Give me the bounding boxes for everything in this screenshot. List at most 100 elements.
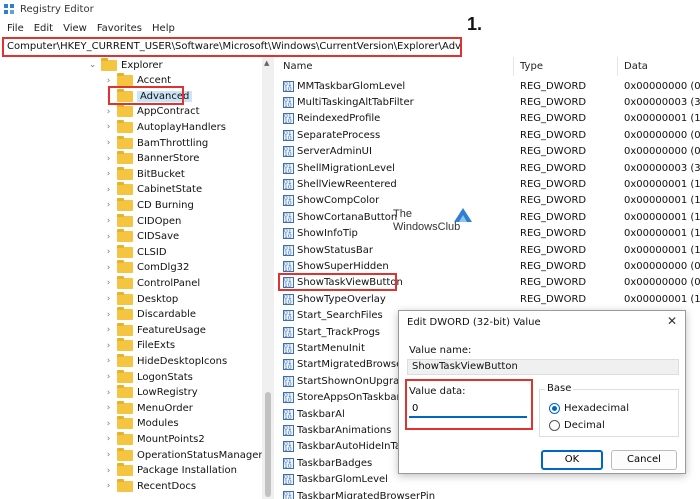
chevron-right-icon[interactable]: › — [104, 247, 113, 257]
value-row[interactable]: ShellViewReentered REG_DWORD 0x00000001 (1… — [277, 176, 700, 192]
tree-item[interactable]: › Discardable — [104, 307, 196, 323]
value-name-cell: TaskbarMigratedBrowserPin — [277, 490, 514, 499]
tree-item[interactable]: › CLSID — [104, 244, 167, 260]
chevron-right-icon[interactable]: › — [104, 200, 113, 210]
tree-item[interactable]: › AutoplayHandlers — [104, 119, 226, 135]
tree-item[interactable]: › MountPoints2 — [104, 431, 205, 447]
tree-item[interactable]: › ComDlg32 — [104, 260, 189, 276]
value-row[interactable]: ShowInfoTip REG_DWORD 0x00000001 (1) — [277, 226, 700, 242]
tree-item[interactable]: › CD Burning — [104, 197, 194, 213]
tree-item[interactable]: › Modules — [104, 416, 179, 432]
tree-item-label: HideDesktopIcons — [137, 355, 228, 367]
tree-item[interactable]: › Package Installation — [104, 463, 237, 479]
chevron-right-icon[interactable]: › — [104, 278, 113, 288]
decimal-option[interactable]: Decimal — [549, 420, 605, 431]
chevron-right-icon[interactable]: › — [104, 154, 113, 164]
value-name-cell: ShowCompColor — [277, 195, 514, 207]
value-row[interactable]: TaskbarMigratedBrowserPin — [277, 488, 700, 499]
tree-item[interactable]: › CIDOpen — [104, 213, 181, 229]
tree-item[interactable]: › FileExts — [104, 338, 175, 354]
tree-item[interactable]: › BamThrottling — [104, 135, 208, 151]
tree-item[interactable]: › LogonStats — [104, 369, 193, 385]
column-header-name[interactable]: Name — [277, 57, 514, 76]
tree-item[interactable]: › ControlPanel — [104, 275, 200, 291]
menu-help[interactable]: Help — [147, 23, 180, 34]
cancel-button[interactable]: Cancel — [611, 450, 677, 470]
tree-item-label: CabinetState — [137, 184, 203, 196]
value-row[interactable]: ShowStatusBar REG_DWORD 0x00000001 (1) — [277, 242, 700, 258]
close-icon[interactable]: ✕ — [667, 314, 677, 328]
value-row[interactable]: MMTaskbarGlomLevel REG_DWORD 0x00000000 (0… — [277, 78, 700, 94]
tree-item[interactable]: › Desktop — [104, 291, 178, 307]
chevron-right-icon[interactable]: › — [104, 419, 113, 429]
ok-button[interactable]: OK — [541, 450, 603, 470]
tree-item[interactable]: ⌄ Explorer — [88, 57, 163, 73]
address-bar[interactable]: Computer\HKEY_CURRENT_USER\Software\Micr… — [2, 37, 462, 57]
tree-item-label: AppContract — [137, 106, 200, 118]
chevron-right-icon[interactable]: › — [104, 325, 113, 335]
value-row[interactable]: ShowCortanaButton REG_DWORD 0x00000001 (1) — [277, 209, 700, 225]
tree-item[interactable]: › BannerStore — [104, 151, 199, 167]
value-row[interactable]: SeparateProcess REG_DWORD 0x00000000 (0) — [277, 127, 700, 143]
value-name: Start_TrackProgs — [297, 326, 381, 338]
menu-file[interactable]: File — [2, 23, 29, 34]
chevron-right-icon[interactable]: › — [104, 294, 113, 304]
chevron-right-icon[interactable]: › — [104, 169, 113, 179]
column-header-type[interactable]: Type — [514, 57, 618, 76]
decimal-radio[interactable] — [549, 420, 560, 431]
chevron-right-icon[interactable]: › — [104, 185, 113, 195]
value-data-input[interactable] — [409, 400, 527, 418]
tree-item-label: CLSID — [137, 246, 167, 258]
chevron-right-icon[interactable]: › — [104, 434, 113, 444]
menu-favorites[interactable]: Favorites — [92, 23, 147, 34]
chevron-right-icon[interactable]: › — [104, 372, 113, 382]
tree-item[interactable]: › CabinetState — [104, 182, 202, 198]
folder-icon — [117, 73, 133, 87]
tree-item[interactable]: › AppContract — [104, 104, 200, 120]
scroll-up-icon[interactable]: ▲ — [264, 59, 269, 67]
menu-view[interactable]: View — [58, 23, 92, 34]
tree-item[interactable]: › OperationStatusManager — [104, 447, 262, 463]
value-row[interactable]: ServerAdminUI REG_DWORD 0x00000000 (0) — [277, 144, 700, 160]
column-header-data[interactable]: Data — [618, 57, 700, 76]
tree-item[interactable]: › FeatureUsage — [104, 322, 206, 338]
value-row[interactable]: ShowCompColor REG_DWORD 0x00000001 (1) — [277, 193, 700, 209]
chevron-right-icon[interactable]: › — [104, 216, 113, 226]
tree-item[interactable]: › CIDSave — [104, 229, 179, 245]
chevron-right-icon[interactable]: › — [104, 263, 113, 273]
chevron-right-icon[interactable]: › — [104, 107, 113, 117]
chevron-right-icon[interactable]: › — [104, 76, 113, 86]
tree-item-label: Desktop — [137, 293, 179, 305]
value-data: 0x00000001 (1) — [624, 293, 700, 305]
hexadecimal-option[interactable]: Hexadecimal — [549, 403, 629, 414]
value-row[interactable]: ShellMigrationLevel REG_DWORD 0x00000003 (… — [277, 160, 700, 176]
value-name: ServerAdminUI — [297, 146, 372, 158]
chevron-down-icon[interactable]: ⌄ — [88, 60, 97, 70]
chevron-right-icon[interactable]: › — [104, 450, 113, 460]
tree-item[interactable]: › LowRegistry — [104, 385, 198, 401]
hexadecimal-radio[interactable] — [549, 403, 560, 414]
chevron-right-icon[interactable]: › — [104, 232, 113, 242]
value-row[interactable]: ShowTypeOverlay REG_DWORD 0x00000001 (1) — [277, 291, 700, 307]
chevron-right-icon[interactable]: › — [104, 403, 113, 413]
chevron-right-icon[interactable]: › — [104, 481, 113, 491]
tree-item[interactable]: › RecentDocs — [104, 478, 196, 494]
menu-edit[interactable]: Edit — [29, 23, 58, 34]
value-row[interactable]: MultiTaskingAltTabFilter REG_DWORD 0x00000… — [277, 94, 700, 110]
tree-item[interactable]: › BitBucket — [104, 166, 185, 182]
chevron-right-icon[interactable]: › — [104, 138, 113, 148]
value-row[interactable]: TaskbarGlomLevel — [277, 472, 700, 488]
tree-item[interactable]: › HideDesktopIcons — [104, 353, 227, 369]
dword-value-icon — [283, 244, 294, 256]
chevron-right-icon[interactable]: › — [104, 388, 113, 398]
chevron-right-icon[interactable]: › — [104, 122, 113, 132]
chevron-right-icon[interactable]: › — [104, 310, 113, 320]
value-name-cell: TaskbarGlomLevel — [277, 474, 514, 486]
scroll-thumb[interactable] — [265, 392, 271, 497]
value-row[interactable]: ReindexedProfile REG_DWORD 0x00000001 (1) — [277, 111, 700, 127]
tree-item[interactable]: › MenuOrder — [104, 400, 193, 416]
tree-scrollbar[interactable]: ▲ — [262, 57, 274, 499]
chevron-right-icon[interactable]: › — [104, 466, 113, 476]
chevron-right-icon[interactable]: › — [104, 341, 113, 351]
chevron-right-icon[interactable]: › — [104, 356, 113, 366]
